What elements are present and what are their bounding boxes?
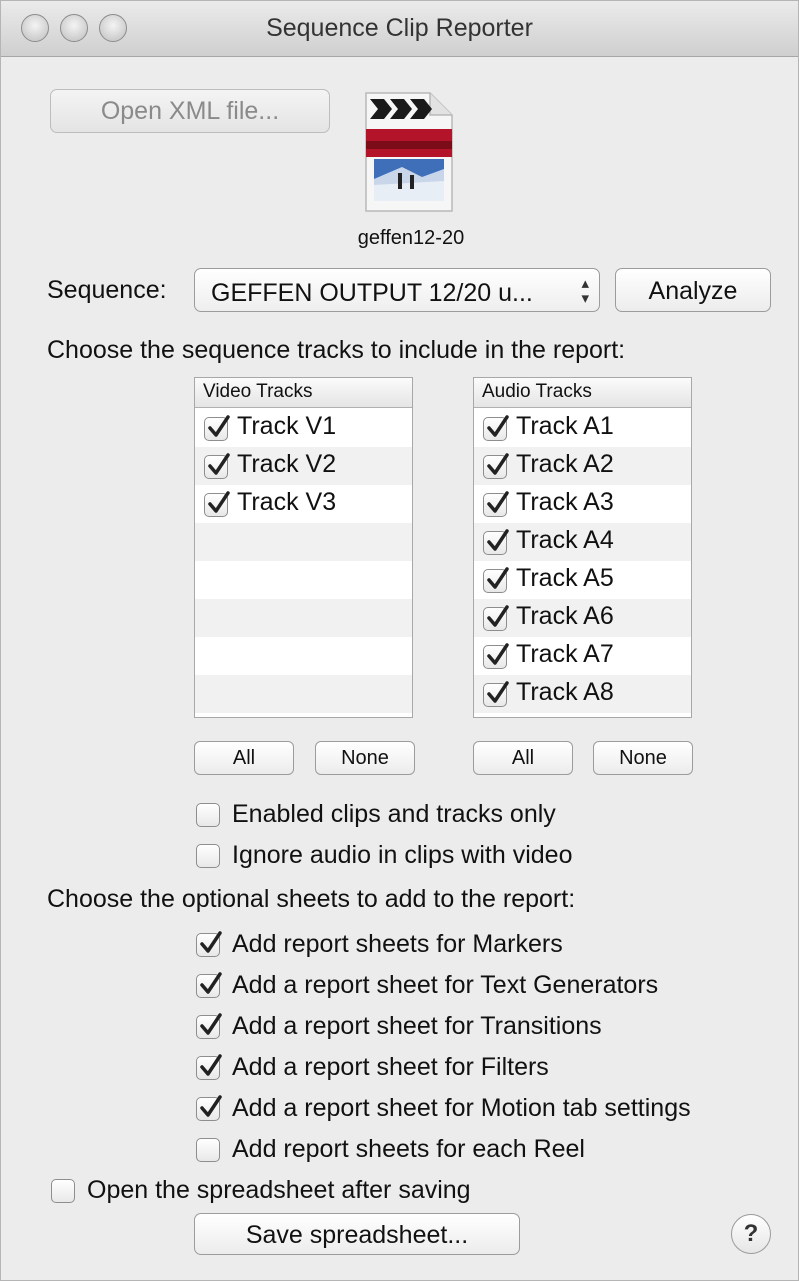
help-button[interactable]: ? — [731, 1214, 771, 1254]
row-label: Track A7 — [516, 640, 614, 668]
table-row-empty — [195, 675, 412, 713]
table-row-empty — [195, 637, 412, 675]
row-label: Track V3 — [237, 488, 337, 516]
title-bar: Sequence Clip Reporter — [1, 1, 798, 57]
checkbox[interactable] — [196, 1095, 222, 1121]
row-label: Track A3 — [516, 488, 614, 516]
help-icon: ? — [743, 1220, 759, 1247]
option-label: Add a report sheet for Motion tab settin… — [232, 1094, 691, 1122]
option-label: Enabled clips and tracks only — [232, 800, 556, 828]
table-row[interactable]: Track A1 — [474, 409, 691, 447]
save-spreadsheet-button[interactable]: Save spreadsheet... — [194, 1213, 520, 1255]
table-row[interactable]: Track V1 — [195, 409, 412, 447]
audio-all-button[interactable]: All — [473, 741, 573, 775]
checkbox[interactable] — [483, 491, 509, 517]
table-row[interactable]: Track A8 — [474, 675, 691, 713]
file-name: geffen12-20 — [357, 227, 465, 249]
checkbox[interactable] — [483, 529, 509, 555]
sequence-label: Sequence: — [47, 276, 167, 304]
option-label: Add a report sheet for Transitions — [232, 1012, 602, 1040]
audio-tracks-header: Audio Tracks — [474, 378, 691, 408]
video-tracks-header: Video Tracks — [195, 378, 412, 408]
checkbox[interactable] — [196, 844, 220, 868]
video-none-button[interactable]: None — [315, 741, 415, 775]
popup-arrows-icon: ▴ ▾ — [581, 275, 589, 307]
table-row-empty — [195, 599, 412, 637]
option-label: Ignore audio in clips with video — [232, 841, 573, 869]
row-label: Track V1 — [237, 412, 337, 440]
audio-none-button[interactable]: None — [593, 741, 693, 775]
row-label: Track A1 — [516, 412, 614, 440]
checkbox[interactable] — [483, 567, 509, 593]
checkbox[interactable] — [483, 453, 509, 479]
checkbox[interactable] — [196, 972, 222, 998]
table-row[interactable]: Track V3 — [195, 485, 412, 523]
option-label: Add report sheets for each Reel — [232, 1135, 585, 1163]
checkbox[interactable] — [196, 1013, 222, 1039]
app-window: Sequence Clip Reporter Open XML file... … — [0, 0, 799, 1281]
checkbox[interactable] — [483, 643, 509, 669]
option-label: Add a report sheet for Text Generators — [232, 971, 659, 999]
table-row[interactable]: Track A5 — [474, 561, 691, 599]
checkbox[interactable] — [204, 453, 230, 479]
checkbox[interactable] — [196, 803, 220, 827]
checkbox[interactable] — [204, 415, 230, 441]
table-row[interactable]: Track A4 — [474, 523, 691, 561]
checkbox[interactable] — [483, 415, 509, 441]
table-row-empty — [195, 523, 412, 561]
checkbox[interactable] — [196, 1138, 220, 1162]
checkbox[interactable] — [204, 491, 230, 517]
table-row[interactable]: Track A6 — [474, 599, 691, 637]
row-label: Track V2 — [237, 450, 337, 478]
fcp-xml-document-icon — [365, 92, 453, 212]
table-row[interactable]: Track A3 — [474, 485, 691, 523]
video-all-button[interactable]: All — [194, 741, 294, 775]
table-row[interactable]: Track A7 — [474, 637, 691, 675]
sequence-selected-value: GEFFEN OUTPUT 12/20 u... — [211, 279, 533, 307]
row-label: Track A5 — [516, 564, 614, 592]
sheets-heading: Choose the optional sheets to add to the… — [47, 885, 576, 913]
audio-tracks-table: Audio Tracks Track A1 Track A2 Track A3 … — [473, 377, 692, 718]
checkbox[interactable] — [51, 1179, 75, 1203]
open-xml-button[interactable]: Open XML file... — [50, 89, 330, 133]
checkbox[interactable] — [483, 681, 509, 707]
table-row[interactable]: Track A2 — [474, 447, 691, 485]
video-tracks-table: Video Tracks Track V1 Track V2 Track V3 — [194, 377, 413, 718]
option-label: Add report sheets for Markers — [232, 930, 563, 958]
row-label: Track A2 — [516, 450, 614, 478]
window-title: Sequence Clip Reporter — [266, 14, 533, 42]
table-row[interactable]: Track V2 — [195, 447, 412, 485]
tracks-heading: Choose the sequence tracks to include in… — [47, 336, 626, 364]
row-label: Track A8 — [516, 678, 614, 706]
checkbox[interactable] — [483, 605, 509, 631]
option-label: Add a report sheet for Filters — [232, 1053, 549, 1081]
checkbox[interactable] — [196, 1054, 222, 1080]
row-label: Track A6 — [516, 602, 614, 630]
row-label: Track A4 — [516, 526, 614, 554]
checkbox[interactable] — [196, 931, 222, 957]
sequence-popup[interactable]: GEFFEN OUTPUT 12/20 u... ▴ ▾ — [194, 268, 600, 312]
option-label: Open the spreadsheet after saving — [87, 1176, 471, 1204]
table-row-empty — [195, 561, 412, 599]
analyze-button[interactable]: Analyze — [615, 268, 771, 312]
